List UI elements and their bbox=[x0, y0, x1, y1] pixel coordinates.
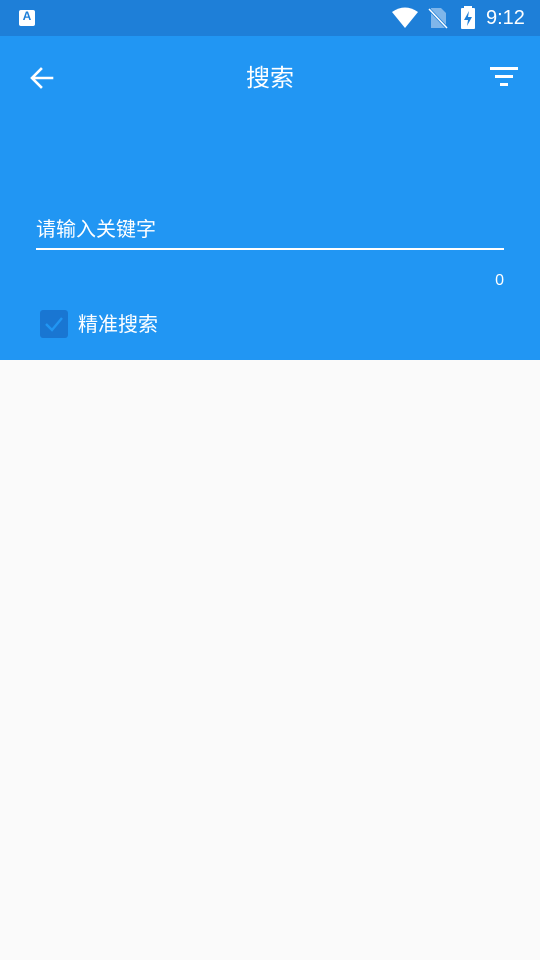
status-time: 9:12 bbox=[486, 7, 525, 29]
search-app-bar: 搜索 0 精准搜索 bbox=[0, 36, 540, 360]
status-bar: A 9:12 bbox=[0, 0, 540, 36]
app-notification-letter: A bbox=[22, 9, 32, 23]
app-notification-icon: A bbox=[19, 9, 35, 26]
check-icon bbox=[45, 317, 63, 332]
exact-search-label[interactable]: 精准搜索 bbox=[78, 310, 158, 338]
exact-search-checkbox[interactable] bbox=[40, 310, 68, 338]
battery-charging-icon bbox=[461, 6, 475, 29]
character-counter: 0 bbox=[495, 272, 504, 289]
no-sim-icon bbox=[428, 7, 448, 29]
search-results-area bbox=[0, 360, 540, 960]
search-input[interactable] bbox=[36, 214, 504, 250]
filter-icon bbox=[490, 67, 518, 86]
page-title: 搜索 bbox=[246, 64, 294, 92]
filter-button[interactable] bbox=[482, 56, 526, 100]
wifi-icon bbox=[392, 7, 418, 28]
